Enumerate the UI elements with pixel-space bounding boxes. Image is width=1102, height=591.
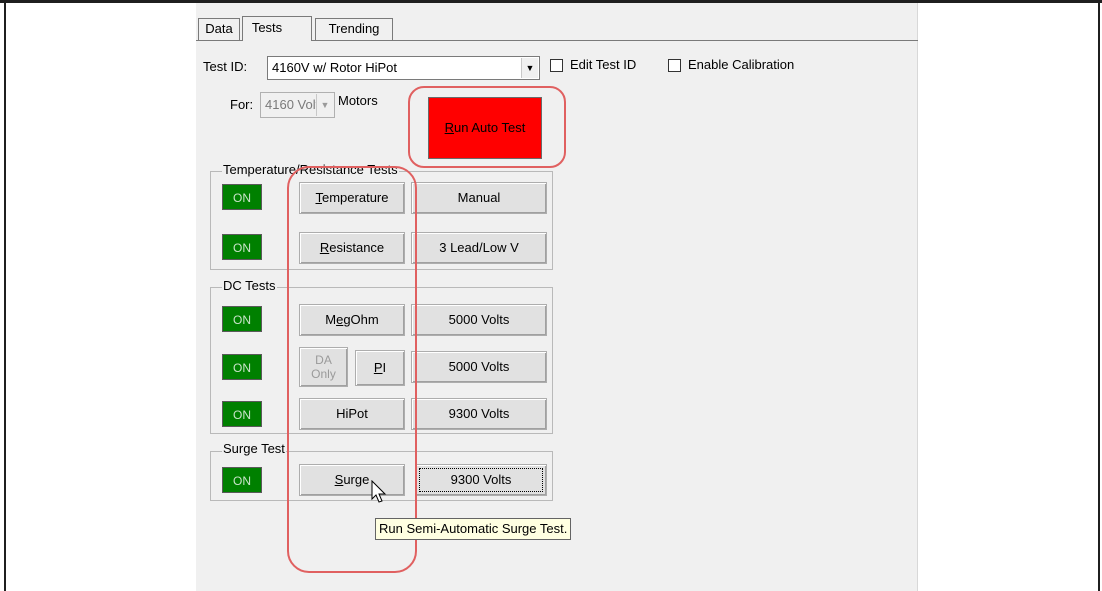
window-right-border [1098,0,1100,591]
enable-calibration-checkbox[interactable] [668,59,681,72]
temperature-status-on[interactable]: ON [222,184,262,210]
for-label: For: [230,97,254,112]
voltage-class-select[interactable]: 4160 Volt ▼ [260,92,335,118]
megohm-status-on[interactable]: ON [222,306,262,332]
surge-voltage-button[interactable]: 9300 Volts [415,464,547,496]
surge-test-title: Surge Test [222,441,286,456]
focus-rect [419,468,543,492]
voltage-class-value: 4160 Volt [265,97,320,112]
hipot-status-on[interactable]: ON [222,401,262,427]
motors-label: Motors [338,93,378,108]
test-id-label: Test ID: [203,59,248,74]
surge-status-on[interactable]: ON [222,467,262,493]
temperature-mode-button[interactable]: Manual [411,182,547,214]
dropdown-arrow-icon[interactable]: ▼ [521,58,538,78]
panel-edge [917,3,918,591]
pi-voltage-button[interactable]: 5000 Volts [411,351,547,383]
highlight-run-auto-test [408,86,566,168]
test-id-select[interactable]: 4160V w/ Rotor HiPot ▼ [267,56,540,80]
hipot-voltage-button[interactable]: 9300 Volts [411,398,547,430]
megohm-voltage-button[interactable]: 5000 Volts [411,304,547,336]
tab-trending[interactable]: Trending [315,18,393,40]
mouse-pointer-icon [371,480,387,503]
edit-test-id-checkbox[interactable] [550,59,563,72]
enable-calibration-label: Enable Calibration [688,57,795,72]
tab-tests[interactable]: Tests [242,16,312,41]
resistance-status-on[interactable]: ON [222,234,262,260]
tab-tests-label: Tests [251,20,283,35]
surge-tooltip: Run Semi-Automatic Surge Test. [375,518,572,540]
window-left-border [4,0,6,591]
test-id-value: 4160V w/ Rotor HiPot [272,60,398,75]
highlight-test-buttons [287,166,417,573]
dc-tests-title: DC Tests [222,278,277,293]
dropdown-arrow-icon[interactable]: ▼ [316,94,333,116]
pi-status-on[interactable]: ON [222,354,262,380]
edit-test-id-label: Edit Test ID [570,57,637,72]
tab-data[interactable]: Data [198,18,240,40]
resistance-mode-button[interactable]: 3 Lead/Low V [411,232,547,264]
